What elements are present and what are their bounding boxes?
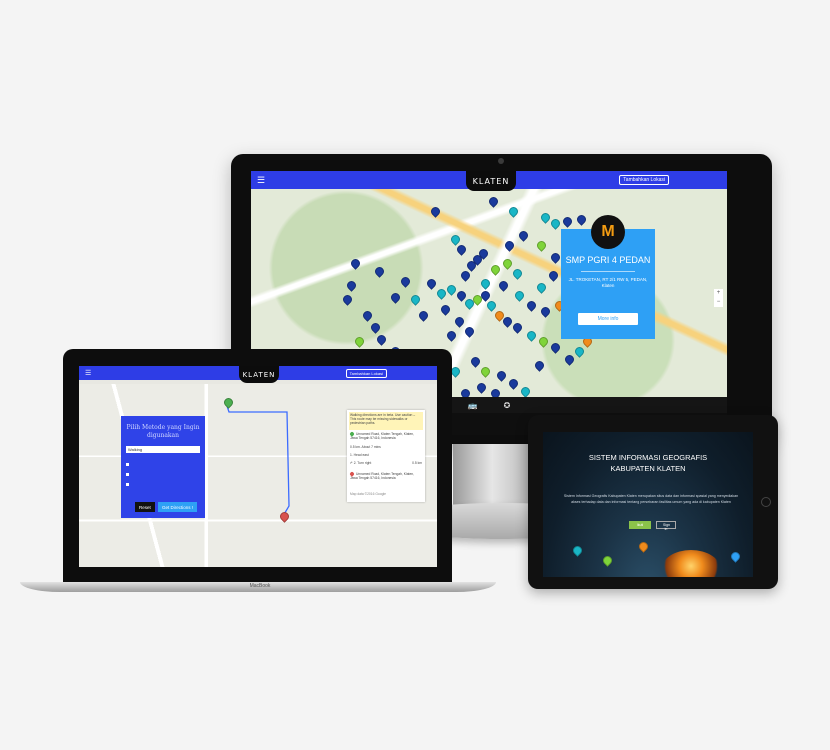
landing-description: Sistem Informasi Geografis Kabupaten Kla… xyxy=(563,494,739,504)
popup-address: JL. TROKETAN, RT 2/1 RW 5, PEDAN, Klaten xyxy=(568,277,648,288)
zoom-control: + − xyxy=(714,289,723,307)
school-logo-icon: M xyxy=(591,215,625,249)
get-directions-button[interactable]: Get Directions ! xyxy=(158,502,198,512)
planet-glow-graphic xyxy=(661,550,721,577)
route-summary: 0.5 km. About 7 mins xyxy=(350,445,381,449)
route-step: ↱ 2. Turn right 0.5 km xyxy=(350,461,422,465)
laptop-brand-label: MacBook xyxy=(249,583,271,589)
zoom-in-button[interactable]: + xyxy=(714,289,723,298)
landing-title: SISTEM INFORMASI GEOGRAFIS KABUPATEN KLA… xyxy=(543,452,753,474)
tablet-home-button[interactable] xyxy=(761,497,771,507)
add-location-button[interactable]: Tambahkan Lokasi xyxy=(345,368,387,378)
option-row[interactable] xyxy=(126,472,200,477)
app-logo: KLATEN xyxy=(466,171,516,191)
reset-button[interactable]: Reset xyxy=(135,502,155,512)
landing-title-line1: SISTEM INFORMASI GEOGRAFIS xyxy=(588,453,708,462)
route-step-text: 2. Turn right xyxy=(353,461,372,465)
travel-mode-select[interactable]: Walking xyxy=(126,446,200,453)
route-start: Unnamed Road, Klaten Tengah, Klaten, Jaw… xyxy=(349,431,422,441)
decorative-pin-icon xyxy=(571,544,584,557)
zoom-out-button[interactable]: − xyxy=(714,298,723,307)
app-logo: KLATEN xyxy=(239,366,279,383)
turn-right-icon: ↱ xyxy=(350,461,353,465)
route-destination-text: Unnamed Road, Klaten Tengah, Klaten, Jaw… xyxy=(350,472,415,481)
popup-divider xyxy=(581,271,635,272)
option-row[interactable] xyxy=(126,462,200,467)
sign-in-button[interactable]: Sign in xyxy=(656,521,676,531)
route-destination: Unnamed Road, Klaten Tengah, Klaten, Jaw… xyxy=(349,471,422,481)
map-attribution: Map data ©2016 Google xyxy=(350,492,386,496)
menu-icon[interactable]: ☰ xyxy=(85,370,91,377)
directions-panel: Pilih Metode yang Ingin digunakan Walkin… xyxy=(121,416,205,518)
landing-title-line2: KABUPATEN KLATEN xyxy=(610,464,686,473)
walking-warning: Walking directions are in beta. Use caut… xyxy=(349,412,423,430)
bus-icon[interactable]: 🚌 xyxy=(468,401,478,410)
directions-title: Pilih Metode yang Ingin digunakan xyxy=(126,424,200,439)
decorative-pin-icon xyxy=(729,550,742,563)
popup-title: SMP PGRI 4 PEDAN xyxy=(565,255,651,265)
add-location-button[interactable]: Tambahkan Lokasi xyxy=(619,175,669,185)
primary-cta-button[interactable]: Ikuti xyxy=(629,521,651,529)
decorative-pin-icon xyxy=(637,540,650,553)
option-row[interactable] xyxy=(126,482,200,487)
laptop-screen: ☰ Tambahkan Lokasi KLATEN Pilih Metode y… xyxy=(79,366,437,567)
location-popup: M SMP PGRI 4 PEDAN JL. TROKETAN, RT 2/1 … xyxy=(561,215,655,339)
route-step-distance: 0.5 km xyxy=(412,461,422,465)
rebel-icon[interactable]: ✪ xyxy=(504,401,511,410)
route-step: 1. Head east xyxy=(350,453,369,457)
monitor-camera xyxy=(498,158,504,164)
tablet-screen: SISTEM INFORMASI GEOGRAFIS KABUPATEN KLA… xyxy=(543,432,753,577)
menu-icon[interactable]: ☰ xyxy=(257,175,265,185)
decorative-pin-icon xyxy=(601,554,614,567)
route-start-text: Unnamed Road, Klaten Tengah, Klaten, Jaw… xyxy=(350,432,415,441)
route-details: Walking directions are in beta. Use caut… xyxy=(347,410,425,502)
more-info-button[interactable]: More info xyxy=(578,313,638,325)
